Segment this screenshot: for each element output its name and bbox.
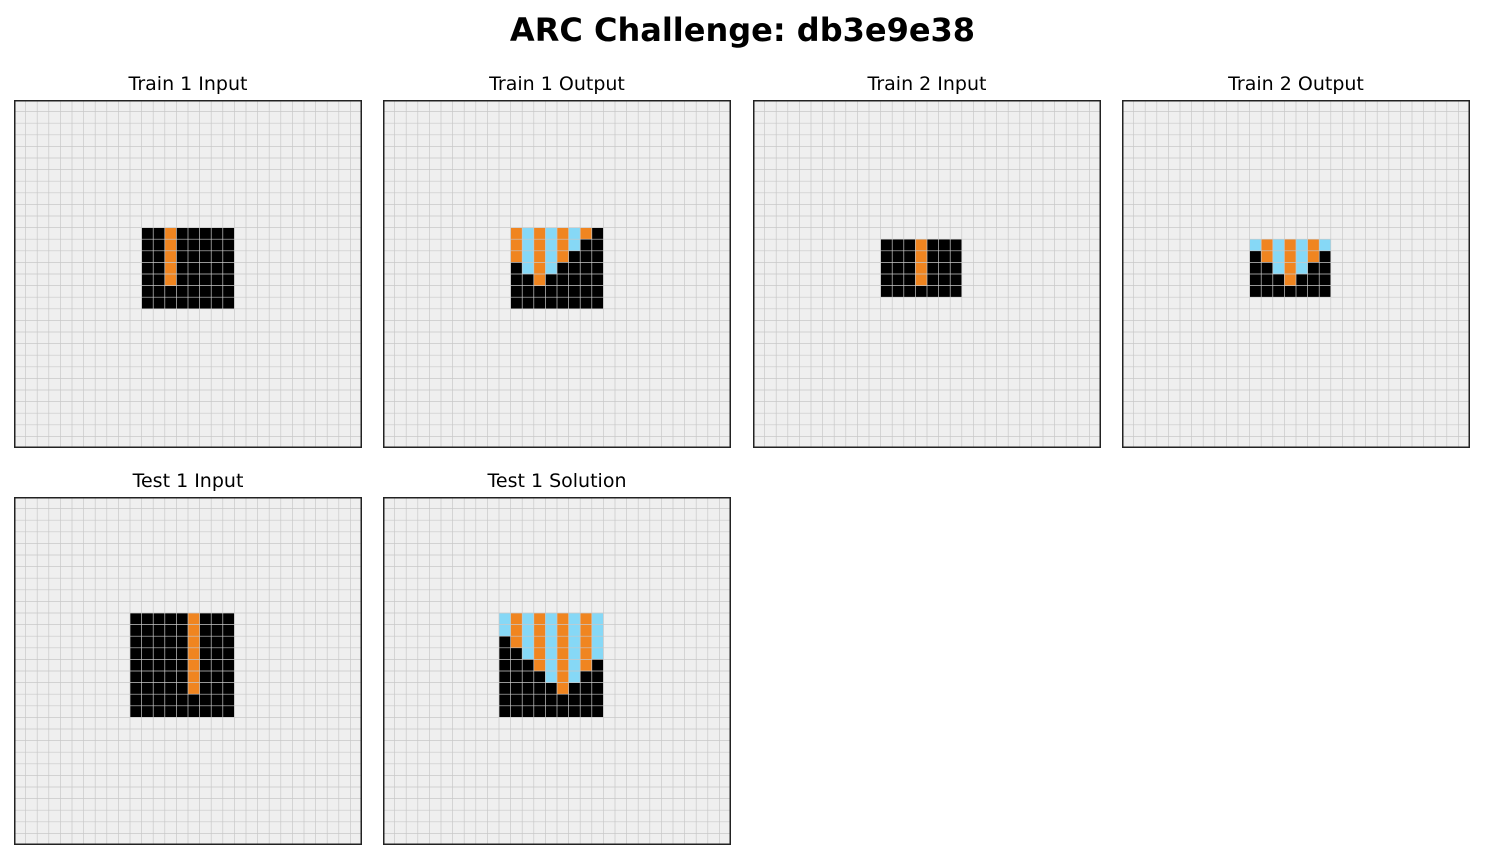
panel-title: Train 1 Input [128,73,248,95]
grid-cell-block [164,227,177,286]
grid-cell-block [1319,239,1331,251]
grid-train-1-output [383,100,731,448]
grid-cell-block [1296,239,1308,274]
panel-title: Test 1 Solution [487,470,627,492]
page-title: ARC Challenge: db3e9e38 [509,11,976,49]
grid-train-2-output [1122,100,1470,448]
grid-cell-block [130,613,235,718]
panel-title: Train 2 Output [1228,73,1364,95]
grid-cell-block [1249,239,1262,251]
grid-cell-block [188,613,200,695]
grid-cell-block [580,227,592,240]
grid-test-1-input [14,497,362,845]
panel-title: Test 1 Input [132,470,244,492]
grid-cell-block [557,227,569,263]
grid-cell-block [557,613,569,695]
panel-title: Train 1 Output [489,73,625,95]
grid-train-2-input [753,100,1101,448]
grid-svg [383,497,731,845]
grid-cell-block [510,613,523,648]
grid-cell-block [1272,239,1285,274]
grid-svg [1122,100,1470,448]
grid-train-1-input [14,100,362,448]
grid-cell-block [533,227,546,286]
grid-test-1-solution [383,497,731,845]
grid-svg [383,100,731,448]
grid-cell-block [580,613,592,671]
grid-svg [14,100,362,448]
grid-cell-block [510,227,523,263]
grid-svg [14,497,362,845]
grid-svg [753,100,1101,448]
grid-cell-block [533,613,546,671]
panel-title: Train 2 Input [867,73,987,95]
